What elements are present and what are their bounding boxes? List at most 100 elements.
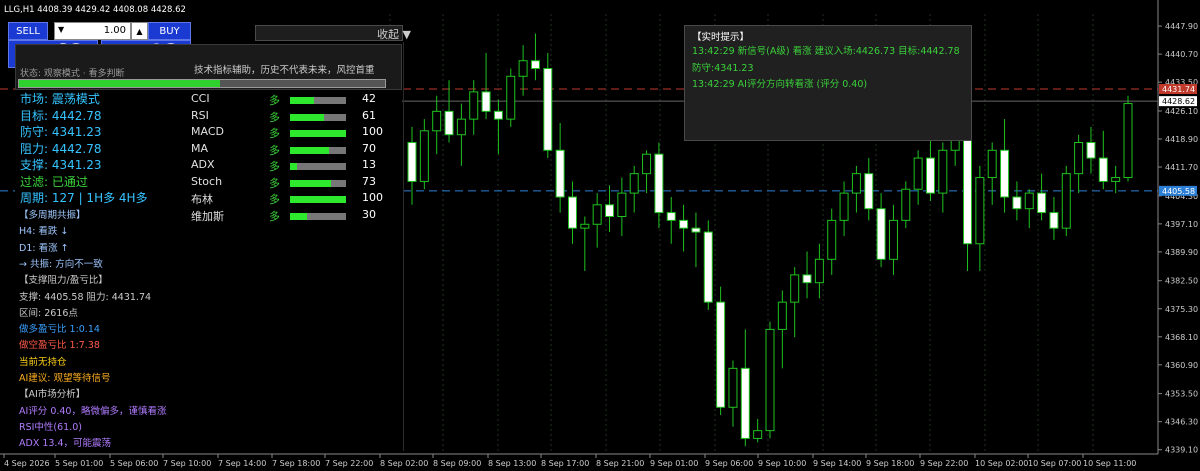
time-tick-label: 10 Sep 02:00 — [975, 459, 1028, 468]
price-tick-label: 4440.70 — [1165, 50, 1198, 59]
indicator-value: 73 — [362, 174, 376, 188]
chart-window: 4447.90 4440.70 4433.50 4426.10 4418.90 4411.… — [0, 0, 1200, 471]
price-tick-label: 4382.50 — [1165, 277, 1198, 286]
status-row: 市场: 震荡模式 — [20, 92, 100, 106]
panel-divider — [403, 42, 404, 451]
analysis-line: 区间: 2616点 — [19, 307, 78, 319]
resistance-price-tag: 4431.74 — [1162, 85, 1195, 94]
time-tick-label: 7 Sep 10:00 — [163, 459, 211, 468]
time-tick-label: 9 Sep 10:00 — [758, 459, 806, 468]
price-tick-label: 4353.50 — [1165, 390, 1198, 399]
analysis-line: ADX 13.4，可能震荡 — [19, 438, 111, 450]
indicator-strength-bar — [290, 130, 346, 137]
time-tick-label: 8 Sep 21:00 — [596, 459, 644, 468]
indicator-strength-fill — [290, 146, 330, 154]
realtime-alert-box: 【实时提示】 13:42:29 新信号(A级) 看涨 建议入场:4426.73 … — [684, 25, 972, 141]
alert-line-3: 13:42:29 AI评分方向转看涨 (评分 0.40) — [692, 79, 868, 90]
analysis-line: 支撑: 4405.58 阻力: 4431.74 — [19, 291, 152, 303]
indicator-value: 42 — [362, 92, 376, 105]
price-tick-label: 4411.70 — [1165, 163, 1198, 172]
sell-button[interactable]: SELL — [8, 22, 48, 40]
indicator-direction: 多 — [269, 110, 280, 124]
lot-value[interactable]: 1.00 — [104, 25, 126, 36]
symbol-info: LLG,H1 4408.39 4429.42 4408.08 4428.62 — [4, 5, 186, 15]
price-tick-label: 4360.90 — [1165, 361, 1198, 370]
indicator-strength-fill — [290, 179, 331, 187]
analysis-line: RSI中性(61.0) — [19, 421, 82, 433]
candle — [716, 286, 726, 416]
collapse-button[interactable]: 收起 ▼ — [377, 26, 411, 42]
status-row: 周期: 127 | 1H多 4H多 — [20, 191, 148, 205]
indicator-strength-fill — [290, 130, 346, 137]
alert-line-2: 防守:4341.23 — [692, 63, 754, 74]
status-row: 过滤: 已通过 — [20, 174, 88, 189]
indicator-strength-fill — [290, 196, 346, 203]
indicator-value: 70 — [362, 141, 376, 155]
analysis-line: 【支撑阻力/盈亏比】 — [19, 275, 108, 287]
lot-up-icon[interactable]: ▲ — [131, 22, 148, 40]
indicator-name: 布林 — [191, 193, 213, 206]
indicator-name: RSI — [191, 108, 209, 122]
analysis-line: H4: 看跌 ↓ — [19, 226, 69, 238]
candle — [1061, 165, 1071, 236]
indicator-value: 61 — [362, 108, 376, 122]
status-row: 支撑: 4341.23 — [20, 158, 102, 172]
indicator-direction: 多 — [269, 160, 280, 173]
analysis-line: AI评分 0.40，略微偏多，谨慎看涨 — [19, 405, 167, 417]
indicator-panel: 技术指标辅助，历史不代表未来，风控首重 状态: 观察模式 · 看多判断 市场: … — [15, 44, 402, 451]
time-tick-label: 8 Sep 13:00 — [488, 459, 536, 468]
indicator-name: MACD — [191, 125, 224, 138]
indicator-strength-bar — [290, 212, 346, 220]
time-tick-label: 9 Sep 18:00 — [866, 459, 914, 468]
indicator-direction: 多 — [269, 176, 280, 190]
lot-down-icon[interactable]: ▼ — [58, 25, 64, 34]
analysis-line: → 共振: 方向不一致 — [19, 258, 103, 270]
indicator-name: Stoch — [191, 174, 223, 188]
time-tick-label: 10 Sep 11:00 — [1083, 459, 1136, 468]
progress-bar — [18, 79, 386, 88]
analysis-line: 做空盈亏比 1:7.38 — [19, 340, 100, 352]
indicator-strength-bar — [290, 163, 346, 170]
time-tick-label: 8 Sep 09:00 — [433, 459, 481, 468]
candle — [703, 220, 713, 310]
price-tick-label: 4397.10 — [1165, 220, 1198, 229]
indicator-strength-bar — [290, 196, 346, 203]
lot-input[interactable]: ▼ 1.00 — [54, 22, 131, 40]
status-line: 状态: 观察模式 · 看多判断 — [20, 69, 125, 79]
analysis-line: AI建议: 观望等待信号 — [19, 373, 111, 384]
indicator-strength-bar — [290, 146, 346, 154]
time-tick-label: 9 Sep 14:00 — [813, 459, 861, 468]
progress-fill — [19, 80, 221, 87]
time-tick-label: 8 Sep 02:00 — [380, 459, 428, 468]
price-tick-label: 4447.90 — [1165, 22, 1198, 31]
indicator-value: 100 — [362, 191, 383, 204]
time-tick-label: 8 Sep 17:00 — [541, 459, 589, 468]
indicator-name: MA — [191, 141, 209, 155]
price-tick-label: 4389.90 — [1165, 248, 1198, 257]
analysis-line: 【AI市场分析】 — [19, 389, 86, 401]
indicator-strength-fill — [290, 212, 307, 220]
price-tick-label: 4368.10 — [1165, 333, 1198, 342]
time-tick-label: 9 Sep 22:00 — [920, 459, 968, 468]
disclaimer: 技术指标辅助，历史不代表未来，风控首重 — [194, 65, 375, 76]
time-tick-label: 7 Sep 14:00 — [218, 459, 266, 468]
price-tick-label: 4375.30 — [1165, 305, 1198, 314]
indicator-value: 100 — [362, 125, 383, 138]
indicator-direction: 多 — [269, 94, 280, 107]
support-price-tag: 4405.58 — [1162, 187, 1195, 196]
indicator-value: 30 — [362, 207, 376, 221]
status-row: 目标: 4442.78 — [20, 108, 102, 123]
indicator-direction: 多 — [269, 209, 280, 223]
status-row: 阻力: 4442.78 — [20, 141, 102, 156]
indicator-name: CCI — [191, 92, 210, 105]
indicator-direction: 多 — [269, 193, 280, 206]
indicator-strength-bar — [290, 113, 346, 121]
status-row: 防守: 4341.23 — [20, 125, 102, 139]
time-tick-label: 10 Sep 07:00 — [1028, 459, 1081, 468]
candle — [506, 68, 516, 127]
analysis-line: 【多周期共振】 — [19, 210, 86, 221]
indicator-strength-fill — [290, 163, 298, 170]
indicator-name: ADX — [191, 158, 215, 171]
indicator-strength-fill — [290, 113, 325, 121]
buy-button[interactable]: BUY — [148, 22, 191, 40]
